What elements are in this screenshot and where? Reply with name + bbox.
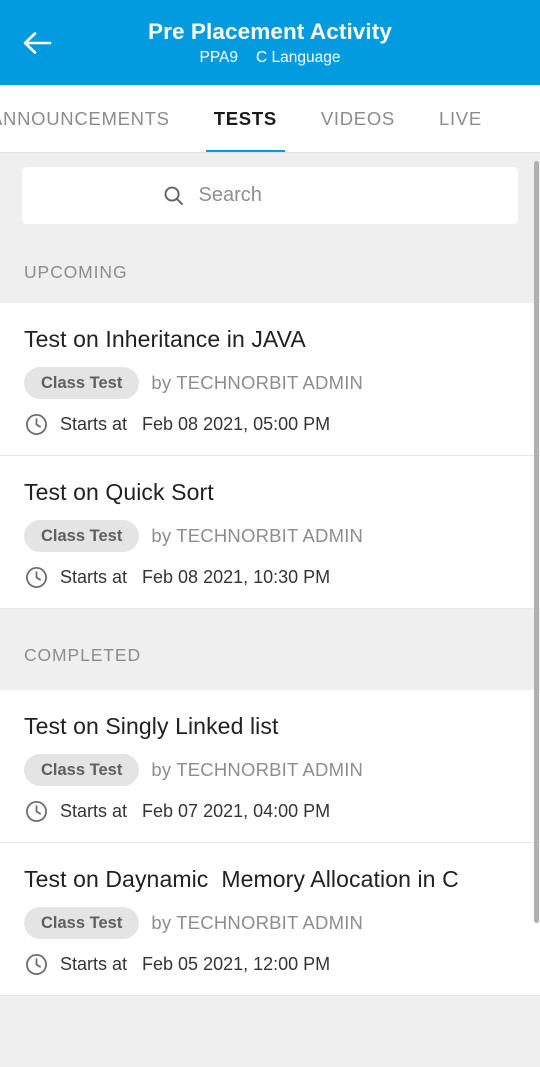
batch-code: PPA9 (199, 49, 239, 66)
tab-live[interactable]: LIVE (417, 85, 504, 152)
clock-icon (24, 952, 49, 977)
test-time-label: Starts at (60, 801, 128, 821)
test-author: by TECHNORBIT ADMIN (151, 912, 364, 933)
test-meta: Class Test by TECHNORBIT ADMIN (24, 754, 516, 786)
tab-announcements[interactable]: ANNOUNCEMENTS (0, 85, 192, 152)
tab-strip: ANNOUNCEMENTS TESTS VIDEOS LIVE (0, 85, 504, 152)
test-card[interactable]: Test on Daynamic Memory Allocation in C … (0, 843, 540, 996)
arrow-left-icon (22, 30, 52, 56)
clock-icon (24, 565, 49, 590)
test-title: Test on Daynamic Memory Allocation in C (24, 866, 459, 892)
app-root: Pre Placement Activity PPA9 C Language A… (0, 0, 540, 1067)
test-author: by TECHNORBIT ADMIN (151, 372, 364, 393)
test-time-value: Feb 07 2021, 04:00 PM (142, 801, 331, 821)
search-section (0, 153, 540, 240)
course-name: C Language (256, 49, 341, 66)
test-schedule: Starts at Feb 05 2021, 12:00 PM (24, 952, 516, 977)
test-time-label: Starts at (60, 414, 128, 434)
test-schedule: Starts at Feb 08 2021, 10:30 PM (24, 565, 516, 590)
test-time-label: Starts at (60, 954, 128, 974)
test-type-badge: Class Test (24, 754, 140, 786)
section-header-completed: COMPLETED (0, 609, 540, 690)
test-time-label: Starts at (60, 567, 128, 587)
search-bar[interactable] (22, 167, 518, 224)
tab-videos[interactable]: VIDEOS (299, 85, 417, 152)
app-bar-titles: Pre Placement Activity PPA9 C Language (16, 17, 524, 68)
test-time-value: Feb 08 2021, 10:30 PM (142, 567, 331, 587)
test-title: Test on Quick Sort (24, 479, 214, 505)
test-title: Test on Singly Linked list (24, 713, 279, 739)
test-time-value: Feb 08 2021, 05:00 PM (142, 414, 331, 434)
tab-tests[interactable]: TESTS (192, 85, 299, 152)
test-author: by TECHNORBIT ADMIN (151, 525, 364, 546)
search-input[interactable] (198, 184, 379, 207)
test-schedule: Starts at Feb 08 2021, 05:00 PM (24, 412, 516, 437)
clock-icon (24, 799, 49, 824)
test-schedule: Starts at Feb 07 2021, 04:00 PM (24, 799, 516, 824)
app-bar-subtitle: PPA9 C Language (200, 48, 341, 68)
back-button[interactable] (14, 20, 60, 66)
test-author: by TECHNORBIT ADMIN (151, 759, 364, 780)
tab-bar[interactable]: ANNOUNCEMENTS TESTS VIDEOS LIVE (0, 85, 540, 153)
test-type-badge: Class Test (24, 520, 140, 552)
test-card[interactable]: Test on Singly Linked list Class Test by… (0, 690, 540, 843)
tests-scroll-area[interactable]: UPCOMING Test on Inheritance in JAVA Cla… (0, 153, 540, 1067)
test-title: Test on Inheritance in JAVA (24, 326, 306, 352)
test-meta: Class Test by TECHNORBIT ADMIN (24, 367, 516, 399)
test-time-value: Feb 05 2021, 12:00 PM (142, 954, 331, 974)
page-title: Pre Placement Activity (148, 19, 392, 44)
clock-icon (24, 412, 49, 437)
section-header-upcoming: UPCOMING (0, 240, 540, 303)
search-icon (162, 184, 185, 207)
app-bar: Pre Placement Activity PPA9 C Language (0, 0, 540, 85)
test-meta: Class Test by TECHNORBIT ADMIN (24, 907, 516, 939)
test-type-badge: Class Test (24, 367, 140, 399)
test-card[interactable]: Test on Quick Sort Class Test by TECHNOR… (0, 456, 540, 609)
test-card[interactable]: Test on Inheritance in JAVA Class Test b… (0, 303, 540, 456)
test-meta: Class Test by TECHNORBIT ADMIN (24, 520, 516, 552)
test-type-badge: Class Test (24, 907, 140, 939)
